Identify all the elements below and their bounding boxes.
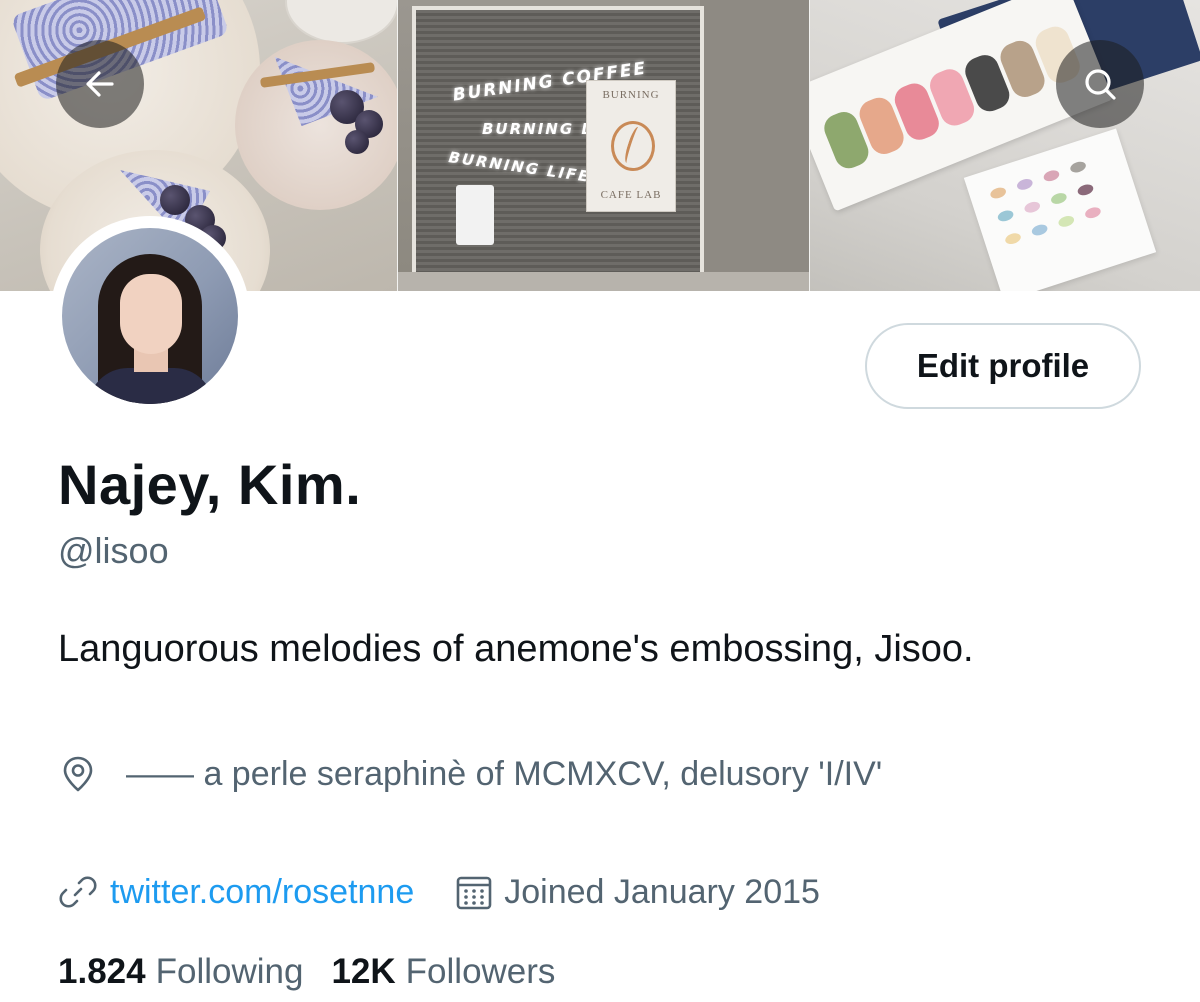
poster-subtitle: CAFE LAB [600, 189, 662, 201]
display-name: Najey, Kim. [58, 453, 362, 516]
banner-photo-cafe-window: BURNING COFFEE BURNING LOVE BURNING LIFE… [398, 0, 810, 291]
cafe-poster: BURNING CAFE LAB [586, 80, 676, 212]
user-handle: @lisoo [58, 530, 169, 571]
followers-stat[interactable]: 12K Followers [331, 952, 555, 992]
calendar-icon [454, 872, 494, 912]
location-pin-icon [63, 756, 93, 792]
search-button[interactable] [1056, 40, 1144, 128]
joined-date: Joined January 2015 [504, 872, 820, 911]
followers-label: Followers [405, 952, 556, 991]
link-icon [59, 876, 97, 908]
edit-profile-button[interactable]: Edit profile [865, 323, 1141, 409]
back-button[interactable] [56, 40, 144, 128]
poster-title: BURNING [602, 89, 660, 101]
location-text: —— a perle seraphinè of MCMXCV, delusory… [126, 754, 883, 793]
avatar-photo [62, 228, 238, 404]
coffee-bean-icon [611, 121, 655, 171]
website-link[interactable]: twitter.com/rosetnne [110, 873, 414, 912]
neon-sign-line-3: BURNING LIFE [447, 148, 592, 186]
profile-bio: Languorous melodies of anemone's embossi… [58, 628, 974, 670]
following-stat[interactable]: 1.824 Following [58, 952, 303, 992]
following-label: Following [155, 952, 304, 991]
banner-photo-macarons [810, 0, 1200, 291]
profile-avatar[interactable] [50, 216, 250, 416]
follow-stats: 1.824 Following 12K Followers [58, 952, 555, 992]
arrow-left-icon [86, 71, 114, 97]
search-icon [1085, 69, 1116, 100]
following-count: 1.824 [58, 952, 146, 991]
profile-meta: twitter.com/rosetnne Joined January 2015 [58, 869, 820, 915]
profile-location: —— a perle seraphinè of MCMXCV, delusory… [58, 752, 882, 796]
followers-count: 12K [331, 952, 396, 991]
